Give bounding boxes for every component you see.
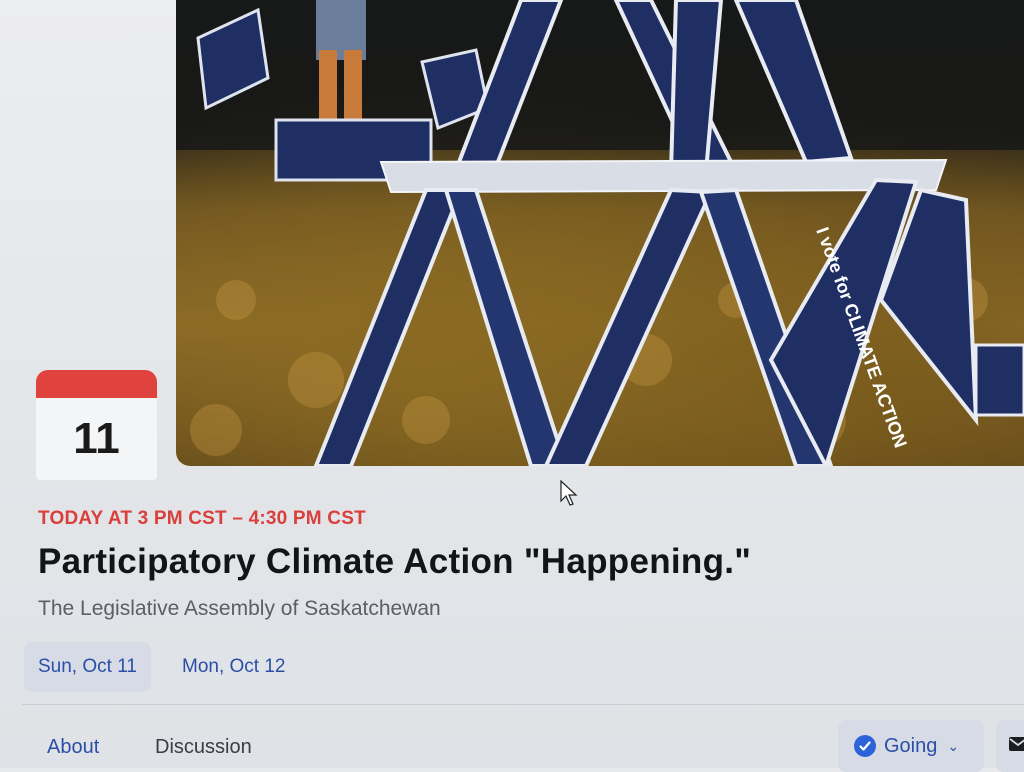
event-cover-photo[interactable]: I vote for CLIMATE ACTION bbox=[176, 0, 1024, 466]
event-location[interactable]: The Legislative Assembly of Saskatchewan bbox=[38, 597, 441, 621]
going-button[interactable]: Going ⌄ bbox=[838, 720, 984, 772]
tab-discussion[interactable]: Discussion bbox=[155, 736, 252, 759]
envelope-icon bbox=[1008, 736, 1024, 757]
event-date-badge: 11 bbox=[36, 370, 157, 480]
date-badge-day: 11 bbox=[73, 414, 120, 463]
date-badge-header bbox=[36, 370, 157, 398]
date-chip-mon-oct-12[interactable]: Mon, Oct 12 bbox=[168, 642, 300, 692]
date-chip-sun-oct-11[interactable]: Sun, Oct 11 bbox=[24, 642, 151, 692]
chevron-down-icon: ⌄ bbox=[947, 737, 960, 754]
message-button[interactable] bbox=[996, 720, 1024, 772]
going-label: Going bbox=[884, 734, 938, 757]
event-time: TODAY AT 3 PM CST – 4:30 PM CST bbox=[38, 508, 366, 529]
section-divider bbox=[22, 704, 1024, 705]
cover-photo-illustration: I vote for CLIMATE ACTION bbox=[176, 0, 1024, 466]
check-circle-icon bbox=[854, 735, 876, 757]
mouse-pointer-icon bbox=[560, 479, 578, 511]
event-title: Participatory Climate Action "Happening.… bbox=[38, 542, 752, 581]
tab-about[interactable]: About bbox=[47, 736, 99, 759]
